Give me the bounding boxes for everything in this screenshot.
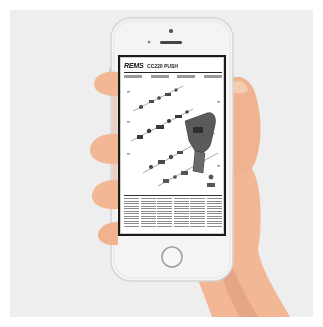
header-text-block [177,75,196,78]
header-rule [124,72,222,73]
parts-list-table [124,198,222,232]
parts-column [206,198,222,232]
parts-column [190,198,206,232]
scene: REMS CC220 PUSH [0,0,323,327]
exploded-parts-diagram [127,85,220,187]
camera-icon [169,29,173,33]
speaker-icon [160,41,182,44]
document-title: CC220 PUSH [147,64,178,70]
header-text-block [124,75,142,78]
brand-logo: REMS [124,63,144,70]
header-text-block [203,75,222,78]
header-text-block [150,75,169,78]
parts-column [140,198,156,232]
parts-column [157,198,173,232]
home-button-icon[interactable] [161,246,183,268]
phone-screen[interactable]: REMS CC220 PUSH [120,57,224,234]
document-header: REMS CC220 PUSH [124,62,222,71]
header-subrow [124,74,222,80]
sensor-dot [147,40,151,44]
parts-column [124,198,139,232]
tool-body [184,112,216,174]
parts-column [173,198,189,232]
parts-table-rule [124,195,222,196]
